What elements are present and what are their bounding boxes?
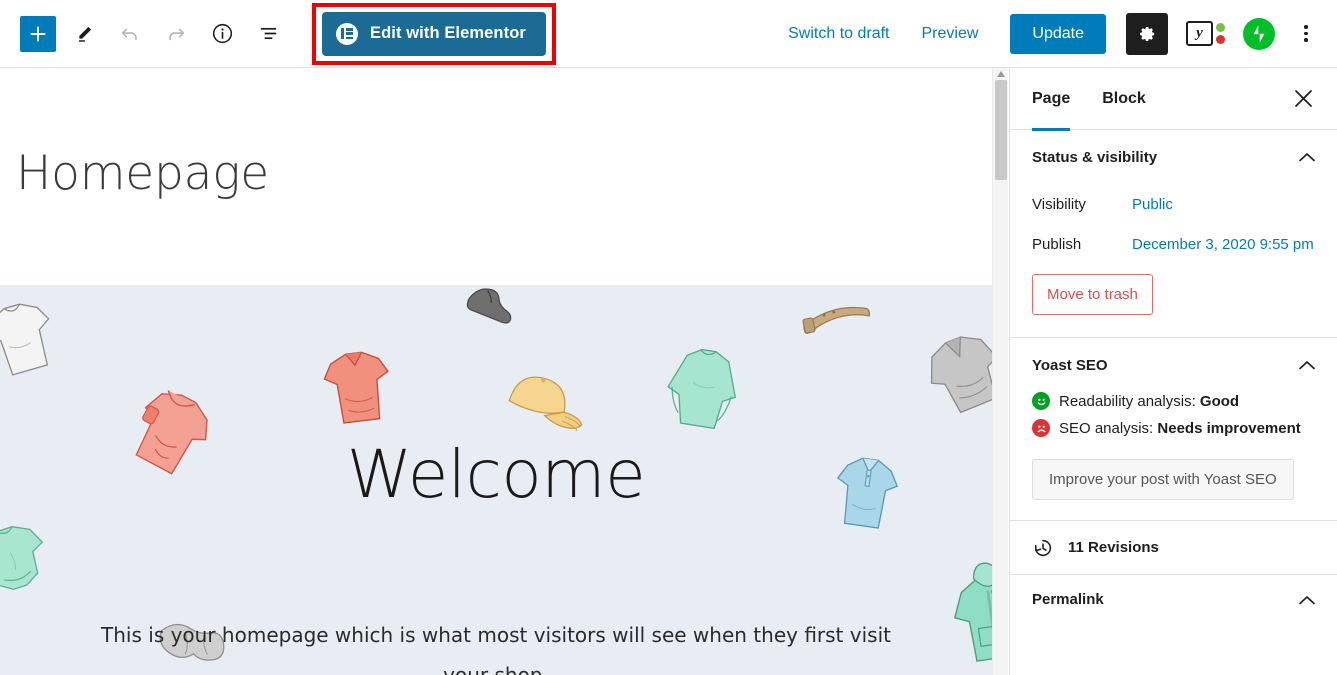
garment-yellow-cap [496,365,592,439]
garment-tan-belt [795,293,875,343]
redo-button[interactable] [158,16,194,52]
preview-button[interactable]: Preview [922,25,979,43]
smiley-bad-icon [1032,419,1050,437]
edit-with-elementor-button[interactable]: Edit with Elementor [322,11,546,56]
switch-to-draft-button[interactable]: Switch to draft [788,25,889,43]
seo-analysis-row[interactable]: SEO analysis: Needs improvement [1032,419,1315,437]
revision-clock-icon [1032,537,1054,559]
canvas-scrollbar[interactable] [992,68,1008,675]
seo-value: Needs improvement [1157,419,1301,437]
jetpack-button[interactable] [1243,17,1275,50]
garment-coral-tshirt [312,345,404,435]
visibility-label: Visibility [1032,195,1086,213]
close-sidebar-button[interactable] [1285,81,1321,117]
add-block-button[interactable] [20,15,56,52]
post-title[interactable]: Homepage [0,68,1008,201]
edit-pencil-icon [78,26,92,42]
readability-value: Good [1199,392,1240,410]
scroll-up-arrow[interactable] [996,70,1006,78]
undo-icon [121,28,137,40]
chevron-up-icon [1299,361,1315,370]
revisions-label: 11 Revisions [1068,539,1159,556]
publish-date-button[interactable]: December 3, 2020 9:55 pm [1132,236,1314,253]
yoast-seo-button[interactable]: y [1186,21,1225,46]
status-visibility-header[interactable]: Status & visibility [1032,130,1315,184]
hero-heading[interactable]: Welcome [0,436,992,513]
editor-canvas: Homepage Welcome This is your homepage w… [0,68,1008,675]
toolbar-right-group: Switch to draft Preview Update y [788,12,1337,55]
garment-mint-sweatshirt [650,340,754,440]
publish-label: Publish [1032,235,1082,253]
undo-button[interactable] [112,16,148,52]
yoast-seo-title: Yoast SEO [1032,356,1108,374]
tab-page[interactable]: Page [1032,68,1071,131]
jetpack-icon [1253,24,1265,43]
chevron-up-icon [1299,595,1315,604]
improve-post-button[interactable]: Improve your post with Yoast SEO [1032,459,1294,500]
garment-gray-shoe [462,285,522,325]
toolbar-left-group: Edit with Elementor [0,2,556,65]
redo-icon [169,28,185,40]
garment-white-tshirt [0,297,70,387]
info-circle-icon [212,23,232,44]
permalink-title: Permalink [1032,591,1104,608]
visibility-row: Visibility Public [1032,184,1315,224]
smiley-good-icon [1032,392,1050,410]
yoast-seo-header[interactable]: Yoast SEO [1032,338,1315,392]
status-visibility-section: Status & visibility Visibility Public Pu… [1010,130,1337,338]
update-button[interactable]: Update [1010,13,1106,54]
yoast-status-dots [1216,23,1225,44]
scroll-thumb[interactable] [995,80,1007,180]
yoast-seo-icon: y [1186,21,1213,46]
garment-mint-baby-onesie [0,518,62,612]
plus-icon [30,26,46,41]
permalink-section-header[interactable]: Permalink [1010,575,1337,608]
elementor-logo-icon [336,22,358,45]
elementor-highlight-box: Edit with Elementor [312,2,556,65]
seo-label: SEO analysis: [1059,419,1154,437]
chevron-up-icon [1299,153,1315,162]
gear-icon [1140,26,1155,41]
sidebar-tabs: Page Block [1010,68,1337,131]
settings-button[interactable] [1126,12,1168,55]
settings-sidebar: Page Block Status & visibility Visibilit… [1009,68,1337,675]
caret-up-icon [997,71,1005,77]
revisions-row[interactable]: 11 Revisions [1010,521,1337,575]
visibility-value-button[interactable]: Public [1132,196,1173,213]
list-view-icon [260,27,276,40]
details-info-button[interactable] [204,16,240,52]
status-visibility-title: Status & visibility [1032,148,1158,166]
close-icon [1294,90,1312,107]
hero-paragraph-1[interactable]: This is your homepage which is what most… [100,615,892,675]
more-options-button[interactable] [1289,17,1323,51]
garment-mint-hoodie [940,555,992,665]
list-view-button[interactable] [250,16,286,52]
editor-toolbar: Edit with Elementor Switch to draft Prev… [0,0,1337,68]
move-to-trash-button[interactable]: Move to trash [1032,274,1153,315]
yoast-seo-section: Yoast SEO Readability analysis: Good SEO… [1010,338,1337,521]
edit-with-elementor-label: Edit with Elementor [370,24,526,42]
edit-pencil-button[interactable] [66,16,102,52]
hero-banner-block[interactable]: Welcome This is your homepage which is w… [0,285,992,675]
garment-gray-jacket [912,327,992,419]
readability-label: Readability analysis: [1059,392,1196,410]
publish-row: Publish December 3, 2020 9:55 pm [1032,224,1315,264]
tab-block[interactable]: Block [1102,68,1146,130]
readability-analysis-row[interactable]: Readability analysis: Good [1032,392,1315,410]
